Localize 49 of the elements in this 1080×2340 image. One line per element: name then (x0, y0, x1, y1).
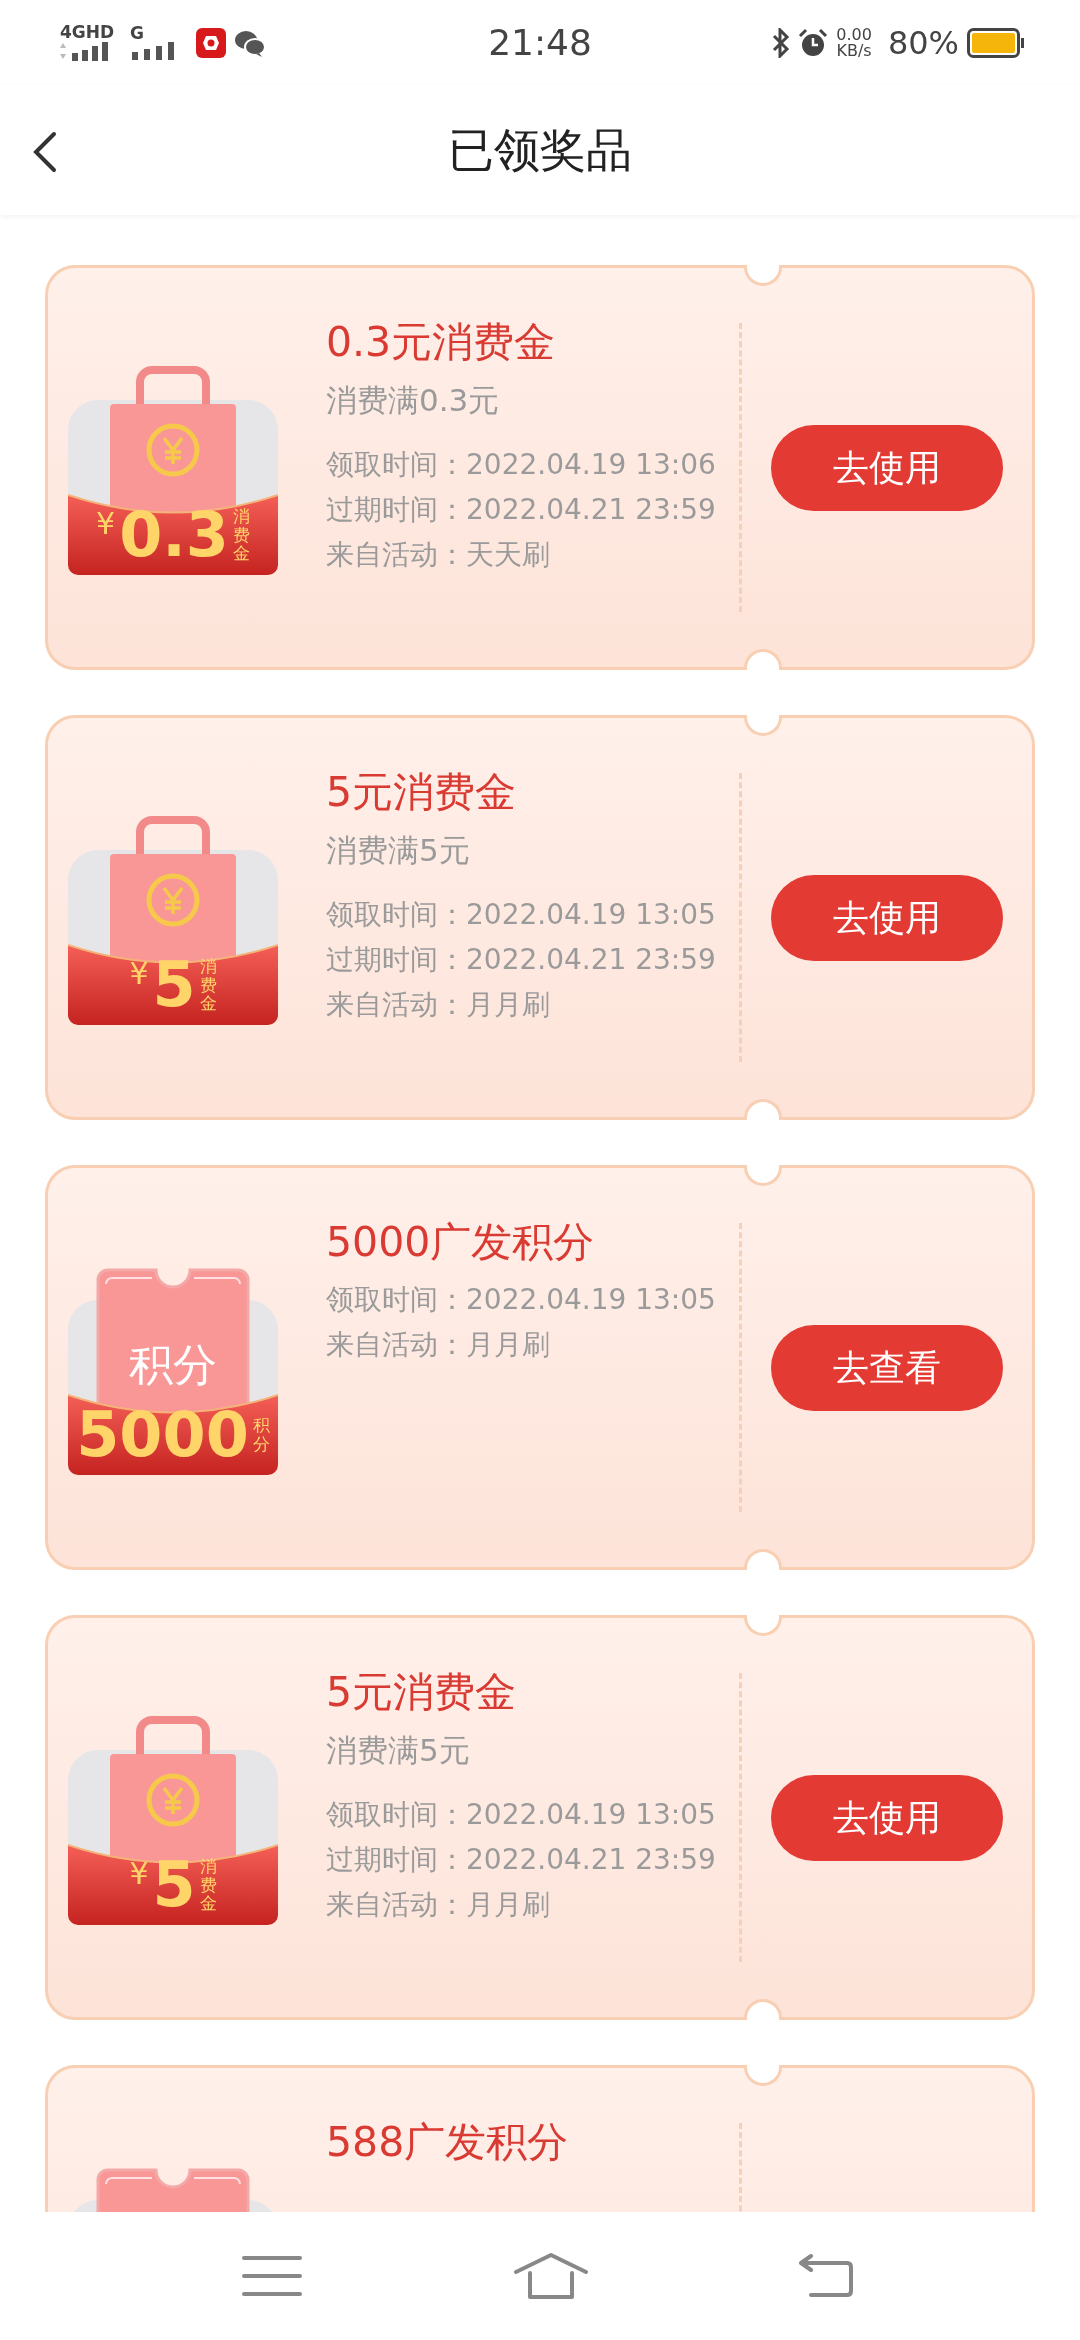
app-icon (196, 27, 226, 58)
alarm-icon (798, 27, 829, 58)
unit-text: 消费金 (232, 506, 250, 564)
back-nav-button[interactable] (797, 2253, 855, 2299)
prize-title: 5000广发积分 (326, 1218, 596, 1268)
clock-text: 21:48 (488, 20, 592, 65)
detail-text: 领取时间：2022.04.19 13:06 (326, 446, 717, 483)
prize-title: 0.3元消费金 (326, 318, 557, 368)
action-button[interactable]: 去使用 (771, 1774, 1003, 1861)
currency-sign: ¥ (129, 1855, 149, 1893)
page-title: 已领奖品 (448, 121, 632, 179)
amount-text: 5000 (76, 1404, 249, 1466)
home-button[interactable] (512, 2252, 589, 2300)
prize-title: 588广发积分 (326, 2118, 570, 2168)
amount-text: 5 (152, 1854, 196, 1916)
unit-text: 消费金 (199, 956, 217, 1014)
detail-text: 领取时间：2022.04.19 13:05 (326, 1282, 717, 1319)
detail-text: 领取时间：2022.04.19 13:05 (326, 1796, 717, 1833)
action-button[interactable]: 去使用 (771, 424, 1003, 511)
detail-text: 过期时间：2022.04.21 23:59 (326, 491, 717, 528)
detail-text: 来自活动：月月刷 (326, 986, 551, 1023)
speed-text: 0.00 (836, 26, 872, 43)
battery-icon (967, 27, 1025, 58)
network-type-text: 4GHD (60, 24, 116, 41)
currency-sign: ¥ (96, 505, 116, 543)
detail-text: 过期时间：2022.04.21 23:59 (326, 941, 717, 978)
menu-button[interactable] (240, 2254, 304, 2298)
amount-text: 5 (152, 954, 196, 1016)
unit-text: 积分 (252, 1416, 270, 1454)
condition-text: 消费满0.3元 (326, 381, 501, 421)
currency-sign: ¥ (129, 955, 149, 993)
detail-text: 来自活动：月月刷 (326, 1886, 551, 1923)
network-type-text: G (130, 25, 145, 42)
detail-text: 过期时间：2022.04.21 23:59 (326, 1841, 717, 1878)
condition-text: 消费满5元 (326, 831, 471, 871)
battery-text: 80% (887, 22, 959, 64)
ticket-label: 积分 (128, 1338, 218, 1392)
detail-text: 来自活动：月月刷 (326, 1327, 551, 1364)
action-button[interactable]: 去使用 (771, 874, 1003, 961)
detail-text: 领取时间：2022.04.19 13:05 (326, 896, 717, 933)
prize-title: 5元消费金 (326, 768, 518, 818)
amount-text: 0.3 (119, 504, 229, 566)
unit-text: 消费金 (199, 1856, 217, 1914)
bluetooth-icon (772, 27, 791, 58)
prize-title: 5元消费金 (326, 1668, 518, 1718)
speed-unit-text: KB/s (836, 42, 872, 59)
detail-text: 来自活动：天天刷 (326, 536, 551, 573)
condition-text: 消费满5元 (326, 1731, 471, 1771)
action-button[interactable]: 去查看 (771, 1324, 1003, 1411)
